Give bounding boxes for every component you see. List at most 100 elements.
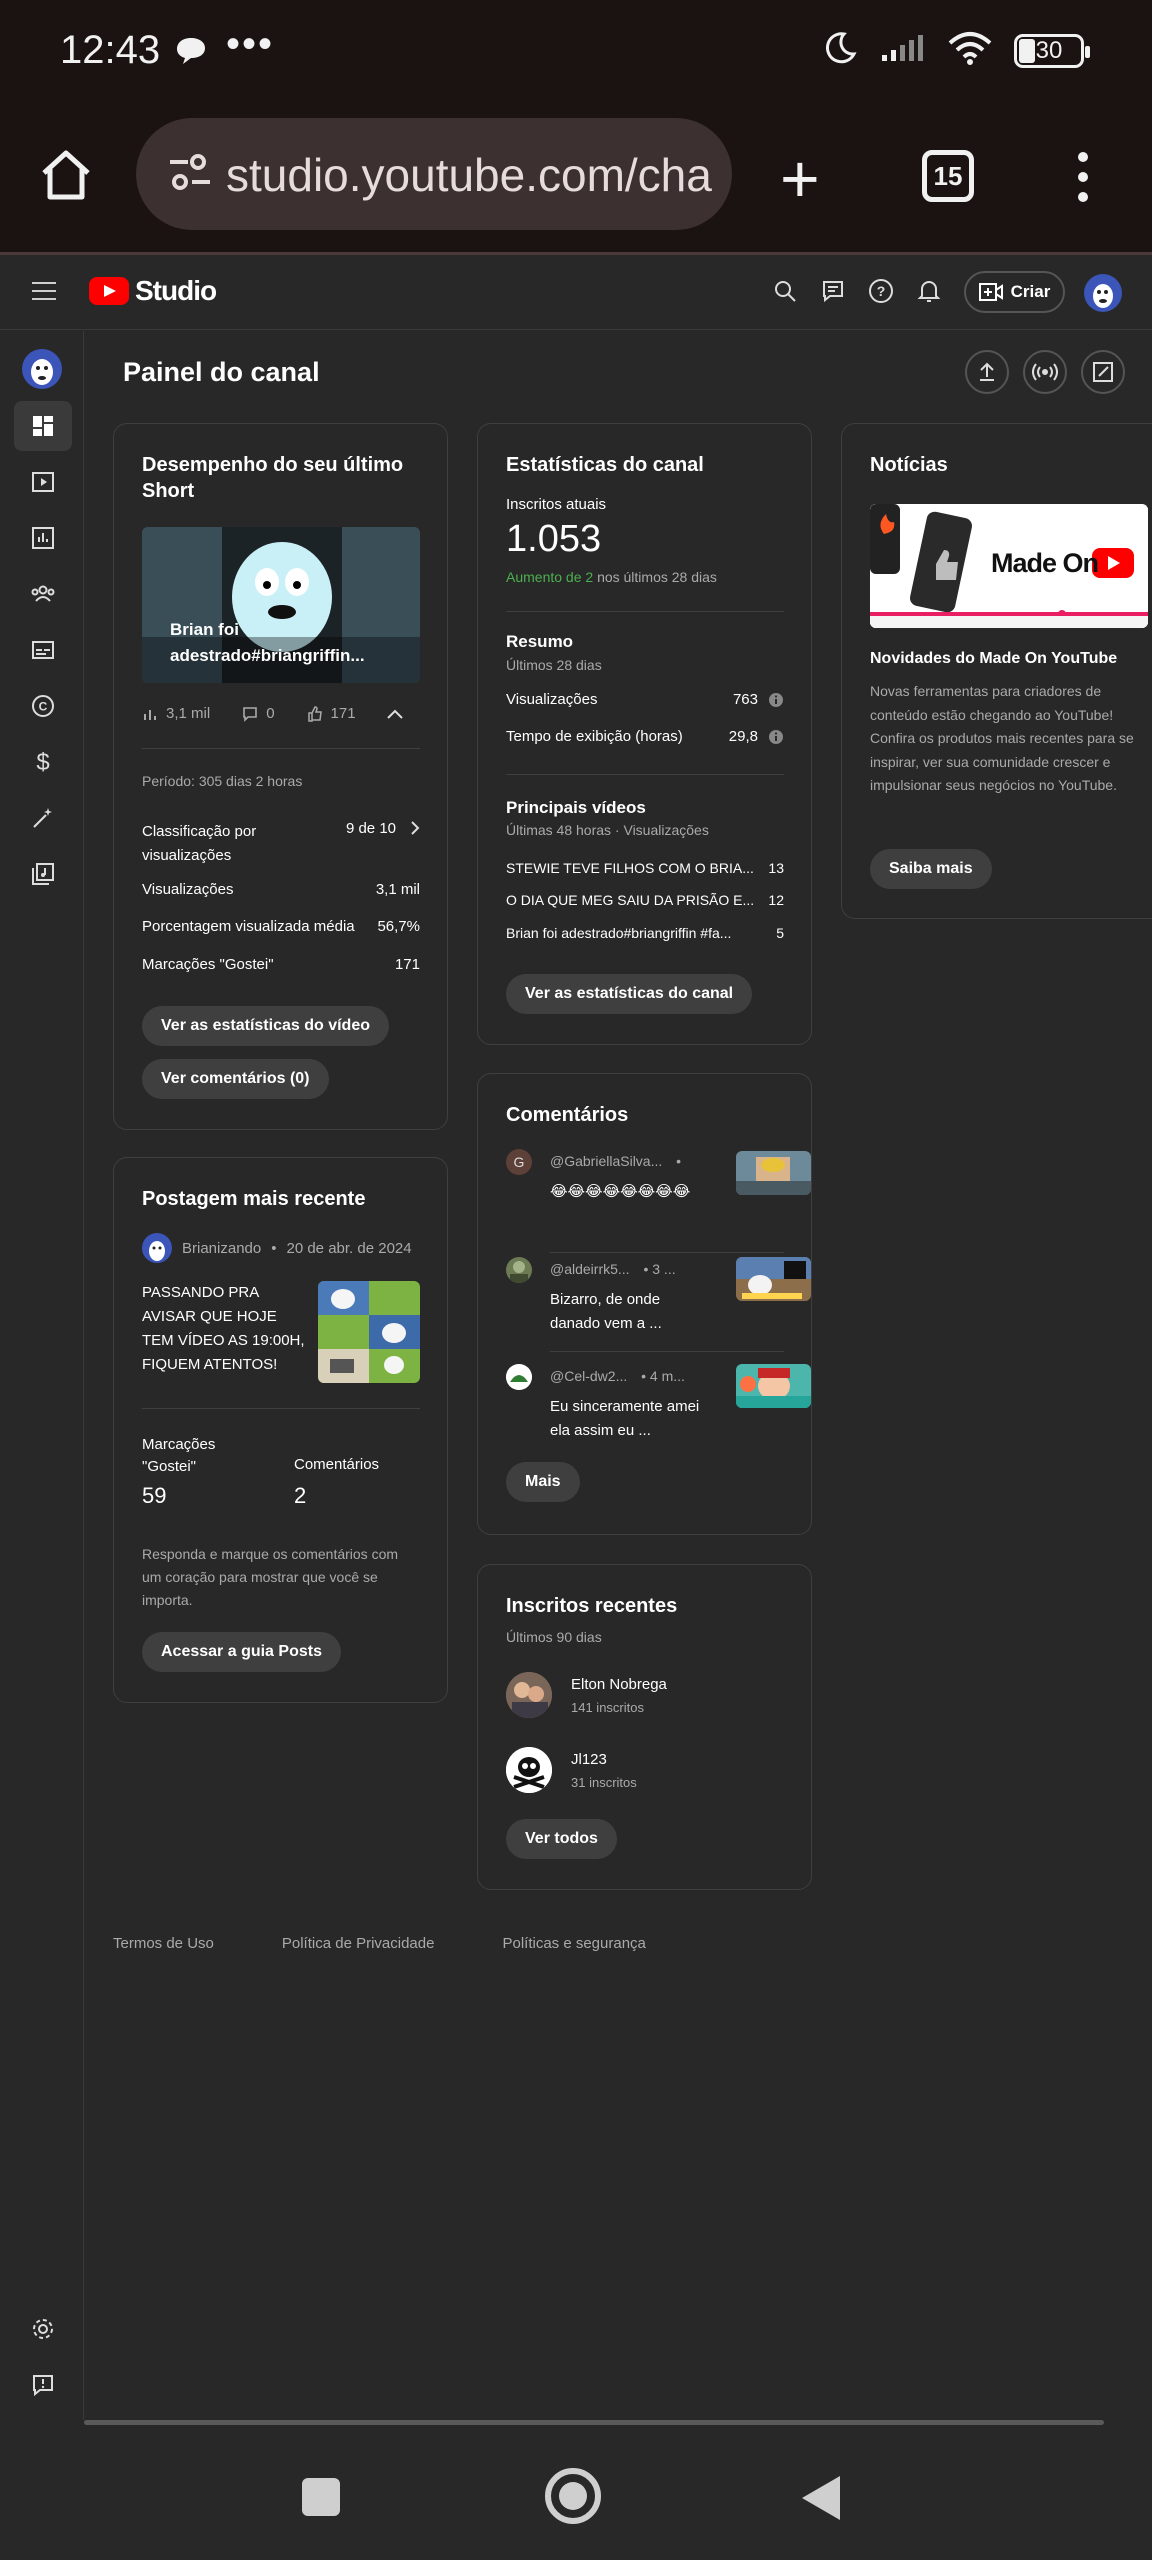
subs-delta: Aumento de 2	[506, 569, 594, 585]
sidebar-item-content[interactable]	[14, 457, 72, 507]
summary-row: Visualizações 763	[506, 691, 784, 708]
top-video-row[interactable]: Brian foi adestrado#briangriffin #fa... …	[506, 925, 784, 941]
upload-button[interactable]	[965, 350, 1009, 394]
search-icon[interactable]	[772, 278, 798, 304]
footer-link-terms[interactable]: Termos de Uso	[113, 1935, 214, 1952]
view-comments-button[interactable]: Ver comentários (0)	[142, 1059, 329, 1099]
comment-item[interactable]: @aldeirrk5... • 3 ... Bizarro, de onde d…	[506, 1257, 811, 1347]
sidebar-item-subtitles[interactable]	[14, 625, 72, 675]
comment-video-thumbnail	[736, 1151, 811, 1195]
notifications-icon[interactable]	[916, 278, 942, 304]
channel-stats-card: Estatísticas do canal Inscritos atuais 1…	[477, 423, 812, 1045]
channel-stats-button[interactable]: Ver as estatísticas do canal	[506, 974, 753, 1014]
system-nav-bar	[0, 2420, 1152, 2560]
video-stats-button[interactable]: Ver as estatísticas do vídeo	[142, 1006, 389, 1046]
post-text: PASSANDO PRA AVISAR QUE HOJE TEM VÍDEO A…	[142, 1284, 305, 1373]
menu-icon[interactable]	[32, 282, 56, 306]
feedback-icon[interactable]	[820, 278, 846, 304]
back-button[interactable]	[800, 2474, 842, 2527]
chevron-up-icon[interactable]	[386, 708, 404, 720]
stat-label: Marcações "Gostei"	[142, 956, 274, 973]
sidebar-item-analytics[interactable]	[14, 513, 72, 563]
comment-item[interactable]: G @GabriellaSilva... • 😂😂😂😂😂😂😂😂	[506, 1149, 811, 1229]
account-avatar[interactable]	[1084, 274, 1122, 312]
see-all-subscribers-button[interactable]: Ver todos	[506, 1819, 617, 1859]
subscriber-avatar	[506, 1672, 552, 1718]
back-triangle-icon	[802, 2476, 840, 2520]
svg-text:C: C	[39, 700, 48, 714]
top-video-views: 12	[768, 892, 784, 908]
sidebar-item-community[interactable]	[14, 569, 72, 619]
subs-label: Inscritos atuais	[506, 496, 607, 513]
sidebar-item-earn[interactable]: $	[14, 737, 72, 787]
status-time: 12:43	[60, 28, 161, 72]
subscriber-item[interactable]: Elton Nobrega 141 inscritos	[506, 1672, 784, 1722]
svg-text:?: ?	[877, 283, 886, 299]
stats-card-title: Estatísticas do canal	[506, 454, 704, 476]
post-image[interactable]	[318, 1281, 420, 1383]
top-videos-title: Principais vídeos	[506, 798, 646, 817]
tab-switcher-button[interactable]: 15	[922, 150, 974, 202]
comment-text: Eu sinceramente amei ela assim eu ...	[550, 1398, 700, 1439]
url-bar[interactable]: studio.youtube.com/cha	[136, 118, 732, 230]
info-icon[interactable]	[768, 729, 784, 745]
recents-button[interactable]	[302, 2478, 340, 2516]
short-thumbnail[interactable]: Brian foi adestrado#briangriffin...	[142, 527, 420, 683]
studio-logo[interactable]: Studio	[89, 275, 217, 307]
footer-link-privacy[interactable]: Política de Privacidade	[282, 1935, 435, 1952]
comment-author: @aldeirrk5...	[550, 1261, 630, 1277]
report-feedback-icon	[33, 2375, 53, 2397]
post-likes-label: Marcações "Gostei"	[142, 1436, 216, 1475]
news-headline: Novidades do Made On YouTube	[870, 650, 1118, 667]
browser-menu-icon[interactable]	[1074, 152, 1092, 212]
help-icon[interactable]: ?	[868, 278, 894, 304]
summary-label: Visualizações	[506, 691, 598, 708]
sidebar-item-copyright[interactable]: C	[14, 681, 72, 731]
upload-icon	[980, 362, 994, 381]
new-tab-button[interactable]: +	[780, 145, 820, 213]
ranking-row[interactable]: Classificação por visualizações 9 de 10	[142, 820, 420, 868]
sidebar-item-feedback[interactable]	[14, 2360, 72, 2410]
copyright-icon: C	[32, 695, 54, 717]
post-hint: Responda e marque os comentários com um …	[142, 1546, 399, 1608]
channel-avatar[interactable]	[22, 349, 62, 389]
top-video-title: STEWIE TEVE FILHOS COM O BRIA...	[506, 860, 754, 876]
create-post-button[interactable]	[1081, 350, 1125, 394]
sidebar-item-settings[interactable]	[14, 2304, 72, 2354]
info-icon[interactable]	[768, 692, 784, 708]
home-icon[interactable]	[38, 147, 94, 208]
news-banner-text: Made On	[991, 548, 1099, 578]
comment-time: • 3 ...	[643, 1261, 676, 1277]
sidebar-item-audio-library[interactable]	[14, 849, 72, 899]
top-video-row[interactable]: O DIA QUE MEG SAIU DA PRISÃO E... 12	[506, 892, 784, 908]
live-icon	[1032, 363, 1058, 381]
sidebar: C $	[0, 331, 84, 2420]
footer-link-policies[interactable]: Políticas e segurança	[502, 1935, 645, 1952]
summary-value: 29,8	[728, 728, 758, 745]
more-comments-button[interactable]: Mais	[506, 1462, 580, 1502]
create-button[interactable]: Criar	[964, 271, 1065, 313]
sidebar-item-customization[interactable]	[14, 793, 72, 843]
comment-video-thumbnail	[736, 1364, 811, 1408]
short-performance-card: Desempenho do seu último Short Brian foi…	[113, 423, 448, 1130]
status-bar: 12:43 ••• 30	[0, 0, 1152, 105]
comment-item[interactable]: @Cel-dw2... • 4 m... Eu sinceramente ame…	[506, 1364, 811, 1454]
home-button[interactable]	[545, 2468, 601, 2524]
learn-more-button[interactable]: Saiba mais	[870, 849, 992, 889]
footer: Termos de Uso Política de Privacidade Po…	[113, 1935, 646, 1952]
go-live-button[interactable]	[1023, 350, 1067, 394]
subscriber-item[interactable]: Jl123 31 inscritos	[506, 1747, 784, 1797]
top-video-row[interactable]: STEWIE TEVE FILHOS COM O BRIA... 13	[506, 860, 784, 876]
stat-value: 171	[394, 956, 420, 973]
news-banner[interactable]: Made On	[870, 504, 1148, 628]
subs-card-sub: Últimos 90 dias	[506, 1629, 602, 1645]
posts-tab-button[interactable]: Acessar a guia Posts	[142, 1632, 341, 1672]
subscriber-name: Elton Nobrega	[571, 1676, 667, 1693]
logo-text: Studio	[135, 275, 217, 306]
sidebar-item-dashboard[interactable]	[14, 401, 72, 451]
recent-subscribers-card: Inscritos recentes Últimos 90 dias Elton…	[477, 1564, 812, 1890]
stat-value: 56,7%	[377, 918, 420, 935]
summary-title: Resumo	[506, 632, 574, 651]
site-settings-icon[interactable]	[168, 152, 212, 197]
summary-sub: Últimos 28 dias	[506, 657, 602, 673]
